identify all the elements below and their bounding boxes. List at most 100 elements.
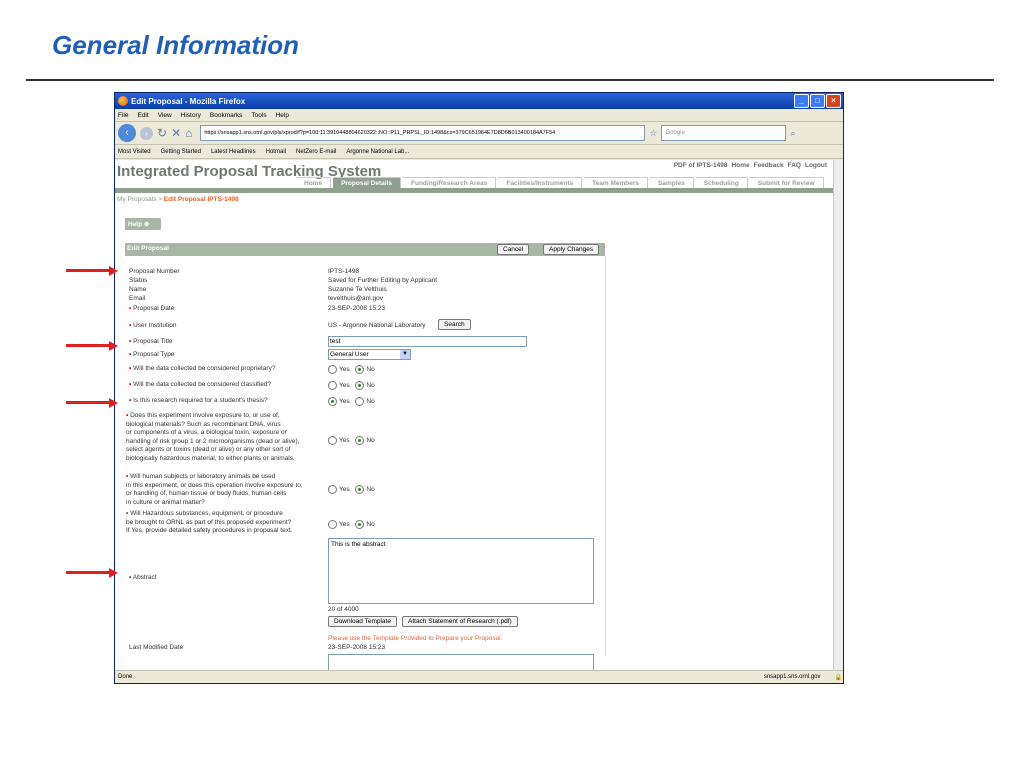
proprietary-yes-radio[interactable] [328, 365, 337, 374]
q-thesis-options: Yes No [328, 397, 375, 406]
menu-bookmarks[interactable]: Bookmarks [210, 112, 243, 119]
thesis-yes-radio[interactable] [328, 397, 337, 406]
q-biological-label: • Does this experiment involve exposure … [126, 412, 299, 463]
status-value: Saved for Further Editing by Applicant [328, 277, 438, 284]
window-title: Edit Proposal - Mozilla Firefox [131, 96, 246, 106]
proposal-number-value: IPTS-1498 [328, 268, 360, 275]
proprietary-yes-label: Yes [339, 366, 350, 374]
hazardous-yes-radio[interactable] [328, 520, 337, 529]
required-dot: • [126, 473, 129, 480]
classified-no-radio[interactable] [355, 381, 365, 390]
logout-link[interactable]: Logout [805, 162, 827, 169]
institution-label: User Institution [133, 322, 177, 329]
search-icon[interactable]: ⌕ [790, 128, 795, 139]
bookmark-netzero[interactable]: NetZero E-mail [296, 149, 336, 155]
required-dot: • [129, 365, 132, 372]
abstract-row: • Abstract [129, 574, 157, 583]
window-titlebar: Edit Proposal - Mozilla Firefox _ □ × [115, 93, 843, 109]
classified-yes-radio[interactable] [328, 381, 337, 390]
minimize-button[interactable]: _ [794, 94, 809, 108]
q-human-line-3: or handling of, human tissue or body flu… [126, 490, 287, 497]
feedback-link[interactable]: Feedback [754, 162, 784, 169]
help-label: Help [128, 221, 143, 228]
menu-view[interactable]: View [158, 112, 172, 119]
proposal-type-select[interactable]: General User ▼ [328, 349, 411, 360]
reload-icon[interactable]: ↻ [157, 126, 167, 140]
forward-icon[interactable]: › [140, 126, 153, 140]
panel-title: Edit Proposal [127, 245, 169, 252]
human-no-label: No [366, 486, 375, 494]
stop-icon[interactable]: ✕ [171, 126, 181, 140]
menu-history[interactable]: History [181, 112, 201, 119]
url-bar[interactable]: https://snsapp1.sns.ornl.gov/pls/xprod/f… [200, 125, 646, 141]
bookmark-latest-headlines[interactable]: Latest Headlines [211, 149, 256, 155]
breadcrumb-parent[interactable]: My Proposals [117, 196, 156, 203]
help-button[interactable]: Help ⊕ [125, 218, 162, 230]
search-input[interactable]: Google [661, 125, 787, 141]
thesis-no-radio[interactable] [355, 397, 365, 406]
required-dot: • [129, 351, 132, 358]
navigation-toolbar: ‹ › ↻ ✕ ⌂ https://snsapp1.sns.ornl.gov/p… [115, 122, 843, 145]
arrow-head [109, 568, 118, 578]
abstract-textarea[interactable]: This is the abstract [328, 538, 594, 604]
proprietary-no-label: No [366, 366, 375, 374]
q-human-line-2: in this experiment, or does this operati… [126, 481, 303, 489]
download-template-button[interactable]: Download Template [328, 616, 397, 627]
q-biological-options: Yes No [328, 436, 375, 445]
back-icon[interactable]: ‹ [118, 124, 136, 142]
menu-tools[interactable]: Tools [251, 112, 266, 119]
human-yes-radio[interactable] [328, 485, 337, 494]
q-biological-line-5: select agents or toxins (dead or alive) … [126, 446, 291, 453]
faq-link[interactable]: FAQ [788, 162, 801, 169]
proposal-number-label: Proposal Number [129, 268, 180, 275]
bookmark-most-visited[interactable]: Most Visited [118, 149, 151, 155]
search-institution-button[interactable]: Search [438, 319, 471, 330]
bookmark-getting-started[interactable]: Getting Started [161, 149, 201, 155]
bookmark-hotmail[interactable]: Hotmail [266, 149, 286, 155]
menu-edit[interactable]: Edit [137, 112, 148, 119]
last-modified-label: Last Modified Date [129, 644, 184, 651]
menu-file[interactable]: File [118, 112, 128, 119]
proposal-type-row: • Proposal Type [129, 351, 175, 360]
q-human-text-1: Will human subjects or laboratory animal… [130, 473, 276, 480]
proposal-title-row: • Proposal Title [129, 338, 172, 347]
required-dot: • [126, 412, 129, 419]
proposal-type-value: General User [330, 351, 369, 358]
last-modified-value: 23-SEP-2008 15:23 [328, 644, 386, 651]
arrow-shaft [66, 344, 110, 347]
proposal-date-row: • Proposal Date [129, 305, 174, 314]
hazardous-no-radio[interactable] [355, 520, 365, 529]
proposal-type-label: Proposal Type [133, 351, 175, 358]
vertical-scrollbar[interactable] [833, 160, 843, 670]
home-link[interactable]: Home [732, 162, 750, 169]
breadcrumb: My Proposals > Edit Proposal IPTS-1498 [117, 196, 239, 203]
arrow-head [109, 266, 118, 276]
q-proprietary-label: Will the data collected be considered pr… [133, 365, 276, 372]
attach-statement-button[interactable]: Attach Statement of Research (.pdf) [402, 616, 518, 627]
cancel-button[interactable]: Cancel [497, 244, 530, 255]
breadcrumb-separator: > [158, 196, 162, 203]
bookmark-star-icon[interactable]: ☆ [649, 128, 657, 139]
home-icon[interactable]: ⌂ [185, 126, 192, 140]
abstract-label: Abstract [132, 574, 157, 581]
thesis-no-label: No [366, 398, 375, 406]
proprietary-no-radio[interactable] [355, 365, 365, 374]
menu-help[interactable]: Help [276, 112, 289, 119]
abstract-char-count: 20 of 4000 [328, 606, 359, 613]
secondary-textarea[interactable] [328, 654, 594, 670]
q-human-line-1: • Will human subjects or laboratory anim… [126, 473, 303, 482]
bookmarks-toolbar: Most Visited Getting Started Latest Head… [115, 145, 843, 159]
biological-no-radio[interactable] [355, 436, 365, 445]
q-proprietary-row: • Will the data collected be considered … [129, 365, 275, 374]
bookmark-argonne[interactable]: Argonne National Lab... [346, 149, 409, 155]
proposal-title-input[interactable]: test [328, 336, 527, 347]
biological-yes-radio[interactable] [328, 436, 337, 445]
status-label: Status [129, 277, 148, 284]
apply-changes-button[interactable]: Apply Changes [543, 244, 600, 255]
maximize-button[interactable]: □ [810, 94, 825, 108]
human-no-radio[interactable] [355, 485, 365, 494]
q-biological-line-1: • Does this experiment involve exposure … [126, 412, 299, 421]
close-button[interactable]: × [826, 94, 841, 108]
proposal-date-value: 23-SEP-2008 15:23 [328, 305, 386, 312]
pdf-link[interactable]: PDF of IPTS-1498 [674, 162, 728, 169]
